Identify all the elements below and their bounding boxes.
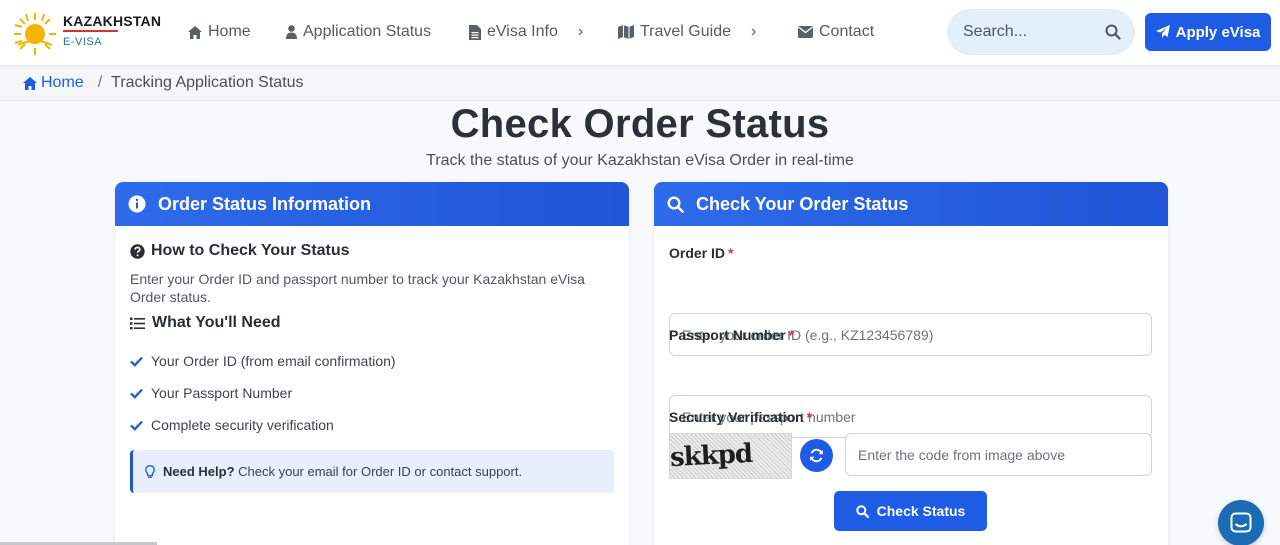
how-to-check-description: Enter your Order ID and passport number … (130, 271, 585, 305)
check-icon (130, 420, 143, 431)
check-status-label: Check Status (876, 503, 966, 519)
paper-plane-icon (1155, 25, 1170, 38)
order-id-label-text: Order ID (669, 245, 726, 261)
chat-icon (1230, 512, 1252, 533)
search-icon (667, 195, 684, 213)
security-label-text: Security Verification (669, 409, 804, 425)
requirements-heading: What You'll Need (130, 314, 281, 332)
search-input[interactable] (963, 23, 1103, 41)
list-icon (130, 317, 145, 329)
brand-subtitle: E-VISA (63, 36, 103, 48)
nav-contact-label: Contact (819, 23, 875, 40)
map-icon (618, 25, 634, 39)
search-icon[interactable] (1105, 24, 1121, 40)
requirement-text: Your Order ID (from email confirmation) (151, 353, 396, 369)
refresh-captcha-button[interactable] (800, 439, 833, 472)
requirement-text: Your Passport Number (151, 385, 293, 401)
list-item: Your Order ID (from email confirmation) (130, 345, 396, 377)
search-icon (855, 504, 869, 518)
captcha-image: skkpd (669, 433, 792, 479)
home-icon (23, 76, 37, 90)
check-order-status-card: Check Your Order Status Order ID* Passpo… (654, 182, 1168, 545)
requirements-title: What You'll Need (152, 314, 281, 331)
nav-status-label: Application Status (303, 23, 432, 40)
chevron-right-icon: › (577, 23, 584, 40)
captcha-text: skkpd (669, 438, 753, 474)
nav-evisa-info[interactable]: eVisa Info › (469, 20, 583, 44)
check-status-button[interactable]: Check Status (834, 491, 987, 531)
apply-evisa-button[interactable]: Apply eVisa (1145, 13, 1271, 51)
site-logo[interactable]: KAZAKHSTAN E-VISA (12, 9, 162, 59)
requirements-list: Your Order ID (from email confirmation) … (130, 345, 396, 441)
search-box (947, 9, 1135, 55)
help-message: Check your email for Order ID or contact… (238, 464, 523, 479)
top-navbar: KAZAKHSTAN E-VISA Home Application Statu… (0, 0, 1280, 66)
passport-number-label: Passport Number * (669, 327, 794, 343)
breadcrumb-home-label: Home (41, 74, 84, 91)
requirement-text: Complete security verification (151, 417, 334, 433)
lightbulb-icon (145, 464, 155, 478)
info-card-header: Order Status Information (115, 182, 629, 226)
check-icon (130, 388, 143, 399)
info-circle-icon (128, 195, 146, 213)
list-item: Complete security verification (130, 409, 396, 441)
breadcrumb: Home / Tracking Application Status (0, 66, 1280, 101)
captcha-input[interactable] (845, 433, 1152, 476)
home-icon (188, 25, 202, 39)
check-icon (130, 356, 143, 367)
nav-application-status[interactable]: Application Status (286, 20, 431, 44)
nav-home[interactable]: Home (188, 20, 251, 44)
nav-home-label: Home (208, 23, 251, 40)
file-icon (469, 24, 481, 40)
list-item: Your Passport Number (130, 377, 396, 409)
required-marker: * (806, 409, 813, 425)
info-card-title: Order Status Information (158, 193, 372, 214)
brand-underline (63, 30, 118, 32)
question-circle-icon (130, 243, 145, 259)
help-label: Need Help? (163, 464, 235, 479)
form-card-title: Check Your Order Status (696, 193, 909, 214)
brand-name: KAZAKHSTAN (63, 13, 162, 29)
breadcrumb-separator: / (97, 74, 103, 91)
chat-widget-button[interactable] (1218, 500, 1264, 545)
sun-emblem-icon (14, 13, 56, 55)
how-to-check-title: How to Check Your Status (151, 242, 350, 259)
required-marker: * (788, 327, 795, 343)
page-subtitle: Track the status of your Kazakhstan eVis… (426, 152, 854, 169)
envelope-icon (798, 26, 813, 38)
passport-label-text: Passport Number (669, 327, 786, 343)
apply-evisa-label: Apply eVisa (1175, 23, 1261, 41)
help-alert: Need Help? Check your email for Order ID… (130, 450, 614, 493)
refresh-icon (810, 448, 823, 463)
order-id-label: Order ID * (669, 245, 733, 261)
nav-evisa-info-label: eVisa Info (487, 23, 558, 40)
breadcrumb-current: Tracking Application Status (111, 74, 304, 91)
how-to-check-heading: How to Check Your Status (130, 242, 350, 260)
help-text: Need Help? Check your email for Order ID… (163, 464, 522, 479)
nav-travel-guide-label: Travel Guide (640, 23, 731, 40)
breadcrumb-home[interactable]: Home (23, 74, 84, 92)
required-marker: * (728, 245, 734, 261)
security-verification-label: Security Verification * (669, 409, 812, 425)
page-title: Check Order Status (450, 102, 830, 146)
user-icon (286, 25, 297, 39)
form-card-header: Check Your Order Status (654, 182, 1168, 226)
nav-travel-guide[interactable]: Travel Guide › (618, 20, 756, 44)
chevron-right-icon: › (751, 23, 757, 40)
order-status-info-card: Order Status Information How to Check Yo… (115, 182, 629, 545)
nav-contact[interactable]: Contact (798, 20, 874, 44)
